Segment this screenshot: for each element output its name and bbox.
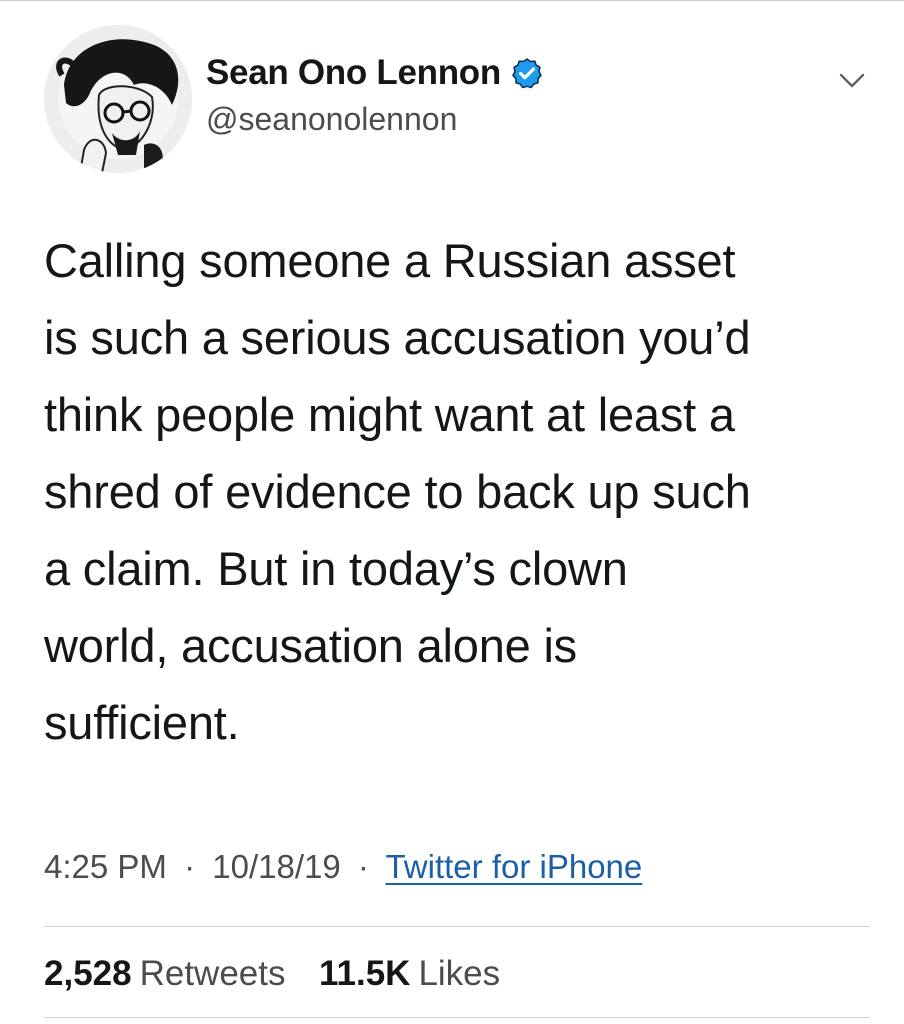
- chevron-down-icon[interactable]: [838, 69, 866, 91]
- tweet-stats: 2,528 Retweets 11.5K Likes: [44, 954, 500, 994]
- likes-stat[interactable]: 11.5K Likes: [319, 954, 500, 993]
- display-name-row: Sean Ono Lennon: [206, 51, 543, 95]
- meta-separator: ·: [357, 848, 369, 885]
- display-name[interactable]: Sean Ono Lennon: [206, 53, 501, 93]
- avatar[interactable]: [44, 25, 192, 173]
- author-names: Sean Ono Lennon @seanonolennon: [206, 51, 543, 138]
- tweet-header: Sean Ono Lennon @seanonolennon: [44, 25, 874, 175]
- tweet-date: 10/18/19: [212, 848, 341, 885]
- top-divider: [0, 0, 904, 1]
- user-handle[interactable]: @seanonolennon: [206, 101, 543, 138]
- tweet-text: Calling someone a Russian asset is such …: [44, 234, 751, 749]
- tweet-time: 4:25 PM: [44, 848, 167, 885]
- stats-divider-bottom: [44, 1017, 870, 1018]
- verified-badge-icon: [511, 57, 543, 89]
- tweet-source-link[interactable]: Twitter for iPhone: [385, 848, 642, 885]
- retweets-label: Retweets: [139, 954, 286, 993]
- likes-count: 11.5K: [318, 954, 411, 993]
- retweets-count: 2,528: [44, 954, 132, 993]
- tweet-meta: 4:25 PM · 10/18/19 · Twitter for iPhone: [44, 848, 642, 886]
- meta-separator: ·: [184, 848, 196, 885]
- likes-label: Likes: [418, 954, 501, 993]
- tweet-card: Sean Ono Lennon @seanonolennon Calling s…: [0, 0, 904, 1024]
- retweets-stat[interactable]: 2,528 Retweets: [44, 954, 295, 993]
- stats-divider-top: [44, 926, 870, 927]
